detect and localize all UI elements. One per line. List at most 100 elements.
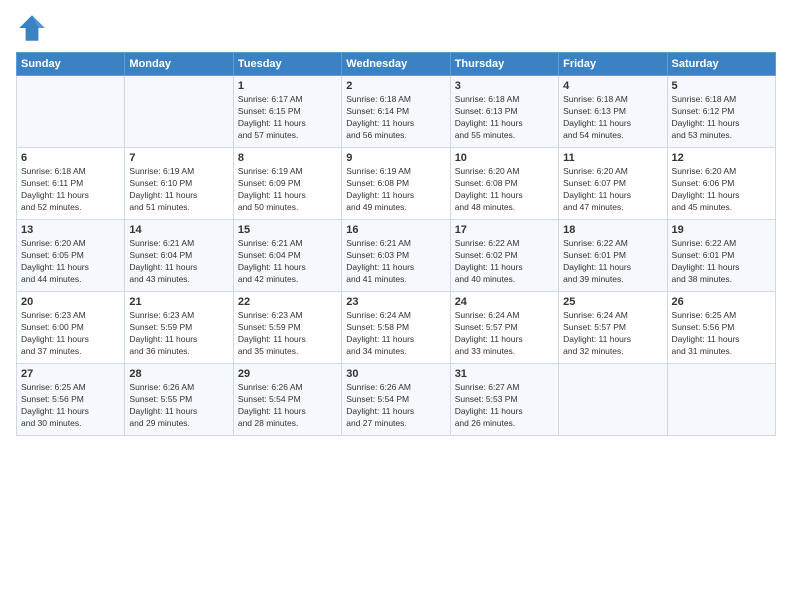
weekday-header: Monday [125, 53, 233, 76]
day-number: 29 [238, 368, 337, 380]
calendar-cell: 22 Sunrise: 6:23 AM Sunset: 5:59 PM Dayli… [233, 292, 341, 364]
calendar-table: SundayMondayTuesdayWednesdayThursdayFrid… [16, 52, 776, 436]
weekday-header: Sunday [17, 53, 125, 76]
day-info: Sunrise: 6:18 AM Sunset: 6:12 PM Dayligh… [672, 94, 771, 142]
day-info: Sunrise: 6:18 AM Sunset: 6:14 PM Dayligh… [346, 94, 445, 142]
day-info: Sunrise: 6:19 AM Sunset: 6:09 PM Dayligh… [238, 166, 337, 214]
calendar-cell: 8 Sunrise: 6:19 AM Sunset: 6:09 PM Daylig… [233, 148, 341, 220]
calendar-cell: 14 Sunrise: 6:21 AM Sunset: 6:04 PM Dayli… [125, 220, 233, 292]
calendar-cell: 30Sunrise: 6:26 AM Sunset: 5:54 PM Dayli… [342, 364, 450, 436]
day-number: 20 [21, 296, 120, 308]
day-number: 17 [455, 224, 554, 236]
day-info: Sunrise: 6:24 AM Sunset: 5:57 PM Dayligh… [455, 310, 554, 358]
day-info: Sunrise: 6:26 AM Sunset: 5:55 PM Dayligh… [129, 382, 228, 430]
calendar-cell: 21 Sunrise: 6:23 AM Sunset: 5:59 PM Dayli… [125, 292, 233, 364]
day-number: 2 [346, 80, 445, 92]
day-info: Sunrise: 6:23 AM Sunset: 6:00 PM Dayligh… [21, 310, 120, 358]
calendar-cell: 5 Sunrise: 6:18 AM Sunset: 6:12 PM Daylig… [667, 76, 775, 148]
calendar-cell [559, 364, 667, 436]
day-number: 22 [238, 296, 337, 308]
calendar-cell: 26 Sunrise: 6:25 AM Sunset: 5:56 PM Dayli… [667, 292, 775, 364]
calendar-cell [125, 76, 233, 148]
day-number: 21 [129, 296, 228, 308]
day-info: Sunrise: 6:20 AM Sunset: 6:08 PM Dayligh… [455, 166, 554, 214]
calendar-cell: 2 Sunrise: 6:18 AM Sunset: 6:14 PM Daylig… [342, 76, 450, 148]
day-number: 13 [21, 224, 120, 236]
day-number: 26 [672, 296, 771, 308]
calendar-cell [667, 364, 775, 436]
weekday-header: Saturday [667, 53, 775, 76]
day-info: Sunrise: 6:20 AM Sunset: 6:05 PM Dayligh… [21, 238, 120, 286]
day-number: 31 [455, 368, 554, 380]
calendar-cell: 12 Sunrise: 6:20 AM Sunset: 6:06 PM Dayli… [667, 148, 775, 220]
day-number: 9 [346, 152, 445, 164]
day-info: Sunrise: 6:25 AM Sunset: 5:56 PM Dayligh… [672, 310, 771, 358]
day-info: Sunrise: 6:23 AM Sunset: 5:59 PM Dayligh… [238, 310, 337, 358]
calendar-week-row: 6Sunrise: 6:18 AM Sunset: 6:11 PM Daylig… [17, 148, 776, 220]
weekday-header: Friday [559, 53, 667, 76]
weekday-header: Wednesday [342, 53, 450, 76]
day-info: Sunrise: 6:21 AM Sunset: 6:03 PM Dayligh… [346, 238, 445, 286]
day-info: Sunrise: 6:22 AM Sunset: 6:01 PM Dayligh… [563, 238, 662, 286]
day-info: Sunrise: 6:17 AM Sunset: 6:15 PM Dayligh… [238, 94, 337, 142]
day-info: Sunrise: 6:21 AM Sunset: 6:04 PM Dayligh… [129, 238, 228, 286]
day-number: 1 [238, 80, 337, 92]
calendar-week-row: 20 Sunrise: 6:23 AM Sunset: 6:00 PM Dayli… [17, 292, 776, 364]
day-number: 24 [455, 296, 554, 308]
day-number: 12 [672, 152, 771, 164]
day-info: Sunrise: 6:20 AM Sunset: 6:06 PM Dayligh… [672, 166, 771, 214]
day-number: 16 [346, 224, 445, 236]
day-number: 10 [455, 152, 554, 164]
calendar-cell: 1 Sunrise: 6:17 AM Sunset: 6:15 PM Daylig… [233, 76, 341, 148]
day-number: 25 [563, 296, 662, 308]
calendar-cell: 29 Sunrise: 6:26 AM Sunset: 5:54 PM Dayli… [233, 364, 341, 436]
calendar-cell: 7Sunrise: 6:19 AM Sunset: 6:10 PM Daylig… [125, 148, 233, 220]
day-info: Sunrise: 6:26 AM Sunset: 5:54 PM Dayligh… [238, 382, 337, 430]
day-number: 7 [129, 152, 228, 164]
day-number: 6 [21, 152, 120, 164]
weekday-header: Thursday [450, 53, 558, 76]
calendar-week-row: 13 Sunrise: 6:20 AM Sunset: 6:05 PM Dayli… [17, 220, 776, 292]
day-number: 27 [21, 368, 120, 380]
calendar-cell: 27 Sunrise: 6:25 AM Sunset: 5:56 PM Dayli… [17, 364, 125, 436]
day-number: 28 [129, 368, 228, 380]
calendar-cell: 25 Sunrise: 6:24 AM Sunset: 5:57 PM Dayli… [559, 292, 667, 364]
day-info: Sunrise: 6:26 AM Sunset: 5:54 PM Dayligh… [346, 382, 445, 430]
calendar-cell: 13 Sunrise: 6:20 AM Sunset: 6:05 PM Dayli… [17, 220, 125, 292]
calendar-cell: 6Sunrise: 6:18 AM Sunset: 6:11 PM Daylig… [17, 148, 125, 220]
calendar-cell: 10 Sunrise: 6:20 AM Sunset: 6:08 PM Dayli… [450, 148, 558, 220]
day-number: 3 [455, 80, 554, 92]
day-info: Sunrise: 6:24 AM Sunset: 5:57 PM Dayligh… [563, 310, 662, 358]
calendar-week-row: 27 Sunrise: 6:25 AM Sunset: 5:56 PM Dayli… [17, 364, 776, 436]
day-info: Sunrise: 6:24 AM Sunset: 5:58 PM Dayligh… [346, 310, 445, 358]
calendar-cell: 17 Sunrise: 6:22 AM Sunset: 6:02 PM Dayli… [450, 220, 558, 292]
weekday-header: Tuesday [233, 53, 341, 76]
logo-icon [16, 12, 48, 44]
day-info: Sunrise: 6:20 AM Sunset: 6:07 PM Dayligh… [563, 166, 662, 214]
day-number: 11 [563, 152, 662, 164]
calendar-cell: 3 Sunrise: 6:18 AM Sunset: 6:13 PM Daylig… [450, 76, 558, 148]
day-info: Sunrise: 6:18 AM Sunset: 6:13 PM Dayligh… [455, 94, 554, 142]
day-info: Sunrise: 6:22 AM Sunset: 6:01 PM Dayligh… [672, 238, 771, 286]
calendar-cell: 15Sunrise: 6:21 AM Sunset: 6:04 PM Dayli… [233, 220, 341, 292]
calendar-cell: 24 Sunrise: 6:24 AM Sunset: 5:57 PM Dayli… [450, 292, 558, 364]
day-number: 8 [238, 152, 337, 164]
day-number: 14 [129, 224, 228, 236]
day-info: Sunrise: 6:21 AM Sunset: 6:04 PM Dayligh… [238, 238, 337, 286]
calendar-cell: 20 Sunrise: 6:23 AM Sunset: 6:00 PM Dayli… [17, 292, 125, 364]
calendar-week-row: 1 Sunrise: 6:17 AM Sunset: 6:15 PM Daylig… [17, 76, 776, 148]
day-info: Sunrise: 6:27 AM Sunset: 5:53 PM Dayligh… [455, 382, 554, 430]
day-info: Sunrise: 6:19 AM Sunset: 6:08 PM Dayligh… [346, 166, 445, 214]
calendar-cell: 11 Sunrise: 6:20 AM Sunset: 6:07 PM Dayli… [559, 148, 667, 220]
day-number: 5 [672, 80, 771, 92]
day-info: Sunrise: 6:22 AM Sunset: 6:02 PM Dayligh… [455, 238, 554, 286]
calendar-cell: 4Sunrise: 6:18 AM Sunset: 6:13 PM Daylig… [559, 76, 667, 148]
page-header [16, 12, 776, 44]
calendar-cell: 9 Sunrise: 6:19 AM Sunset: 6:08 PM Daylig… [342, 148, 450, 220]
day-info: Sunrise: 6:25 AM Sunset: 5:56 PM Dayligh… [21, 382, 120, 430]
day-number: 18 [563, 224, 662, 236]
day-info: Sunrise: 6:23 AM Sunset: 5:59 PM Dayligh… [129, 310, 228, 358]
logo [16, 12, 52, 44]
calendar-cell: 28 Sunrise: 6:26 AM Sunset: 5:55 PM Dayli… [125, 364, 233, 436]
calendar-header-row: SundayMondayTuesdayWednesdayThursdayFrid… [17, 53, 776, 76]
